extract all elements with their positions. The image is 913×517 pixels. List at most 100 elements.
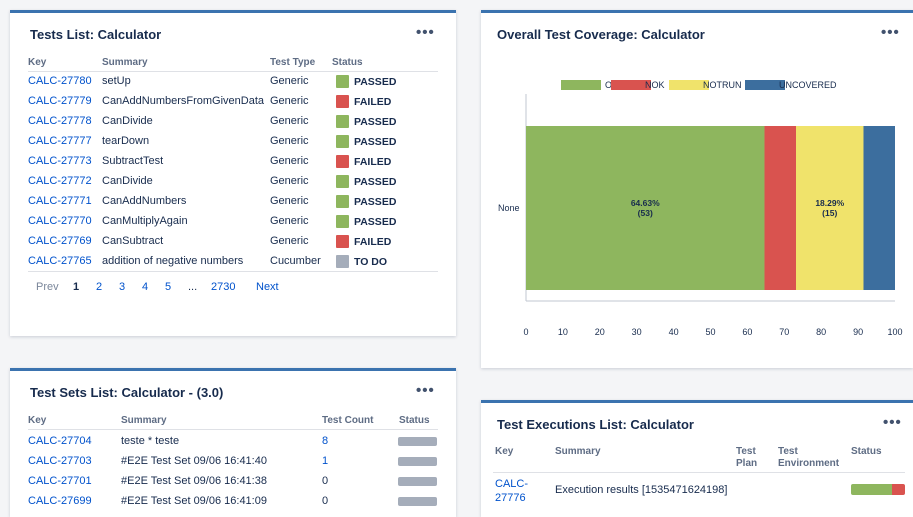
column-header-status[interactable]: Status — [399, 415, 430, 426]
header-divider — [28, 71, 438, 72]
test-summary: CanDivide — [102, 115, 153, 127]
test-summary: CanSubtract — [102, 235, 164, 247]
pagination-ellipsis: ... — [188, 281, 198, 293]
execution-summary: Execution results [1535471624198] — [555, 484, 728, 496]
column-header-test-plan-line1: Test — [736, 446, 756, 457]
column-header-test-type[interactable]: Test Type — [270, 57, 315, 68]
test-set-key-link[interactable]: CALC-27704 — [28, 435, 92, 447]
x-tick-label: 30 — [631, 327, 642, 337]
test-set-summary: #E2E Test Set 09/06 16:41:40 — [121, 455, 267, 467]
more-options-icon[interactable]: ••• — [883, 414, 902, 431]
x-tick-label: 40 — [668, 327, 679, 337]
x-tick-label: 20 — [594, 327, 605, 337]
test-key-link[interactable]: CALC-27780 — [28, 75, 92, 87]
status-label: PASSED — [354, 176, 397, 188]
column-header-summary[interactable]: Summary — [555, 446, 601, 457]
test-key-link[interactable]: CALC-27779 — [28, 95, 92, 107]
test-type: Generic — [270, 135, 309, 147]
test-key-link[interactable]: CALC-27769 — [28, 235, 92, 247]
status-color-icon — [336, 95, 349, 108]
x-tick-label: 0 — [523, 327, 529, 337]
test-sets-gadget: Test Sets List: Calculator - (3.0) ••• K… — [10, 368, 456, 517]
test-type: Generic — [270, 95, 309, 107]
pagination-page-1[interactable]: 1 — [73, 281, 79, 293]
pagination-page-3[interactable]: 3 — [119, 281, 125, 293]
pagination-page-4[interactable]: 4 — [142, 281, 148, 293]
bar-segment-nok — [764, 126, 796, 290]
status-label: PASSED — [354, 196, 397, 208]
column-header-test-plan[interactable]: Test Plan — [736, 446, 757, 470]
column-header-test-count[interactable]: Test Count — [322, 415, 373, 426]
status-progress-bar — [398, 437, 437, 446]
test-key-link[interactable]: CALC-27770 — [28, 215, 92, 227]
execution-key-line2: 27776 — [495, 492, 526, 504]
test-summary: tearDown — [102, 135, 150, 147]
status-color-icon — [336, 115, 349, 128]
test-set-summary: teste * teste — [121, 435, 180, 447]
status-color-icon — [336, 75, 349, 88]
gadget-title: Test Executions List: Calculator — [497, 417, 694, 432]
more-options-icon[interactable]: ••• — [416, 24, 435, 41]
more-options-icon[interactable]: ••• — [416, 382, 435, 399]
column-header-key[interactable]: Key — [28, 57, 46, 68]
test-count: 0 — [322, 475, 329, 487]
execution-status-passed-segment — [851, 484, 892, 495]
test-summary: CanDivide — [102, 175, 153, 187]
x-tick-label: 60 — [742, 327, 753, 337]
status-label: PASSED — [354, 136, 397, 148]
column-header-test-environment[interactable]: Test Environment — [778, 446, 839, 470]
test-type: Generic — [270, 195, 309, 207]
status-progress-bar — [398, 477, 437, 486]
execution-key-link[interactable]: CALC- 27776 — [495, 477, 528, 505]
status-progress-bar — [398, 497, 437, 506]
status-color-icon — [336, 235, 349, 248]
test-set-key-link[interactable]: CALC-27701 — [28, 475, 92, 487]
execution-status-bar — [851, 484, 905, 495]
test-key-link[interactable]: CALC-27771 — [28, 195, 92, 207]
data-label-count: (53) — [638, 208, 653, 218]
x-tick-label: 10 — [557, 327, 568, 337]
execution-status-failed-segment — [891, 484, 905, 495]
test-count: 0 — [322, 495, 329, 507]
test-type: Generic — [270, 235, 309, 247]
column-header-summary[interactable]: Summary — [102, 57, 148, 68]
test-count[interactable]: 1 — [322, 455, 328, 467]
test-count[interactable]: 8 — [322, 435, 328, 447]
test-key-link[interactable]: CALC-27777 — [28, 135, 92, 147]
status-color-icon — [336, 155, 349, 168]
test-summary: setUp — [102, 75, 131, 87]
test-summary: CanAddNumbers — [102, 195, 187, 207]
pagination-last-page[interactable]: 2730 — [211, 281, 235, 293]
column-header-summary[interactable]: Summary — [121, 415, 167, 426]
test-key-link[interactable]: CALC-27773 — [28, 155, 92, 167]
pagination-page-2[interactable]: 2 — [96, 281, 102, 293]
test-key-link[interactable]: CALC-27772 — [28, 175, 92, 187]
status-color-icon — [336, 135, 349, 148]
test-summary: SubtractTest — [102, 155, 164, 167]
column-header-status[interactable]: Status — [332, 57, 363, 68]
test-summary: CanAddNumbersFromGivenData — [102, 95, 265, 107]
status-color-icon — [336, 195, 349, 208]
x-tick-label: 70 — [779, 327, 790, 337]
status-label: TO DO — [354, 256, 388, 268]
column-header-key[interactable]: Key — [495, 446, 513, 457]
test-set-key-link[interactable]: CALC-27699 — [28, 495, 92, 507]
test-type: Generic — [270, 155, 309, 167]
column-header-test-environment-line2: Environment — [778, 458, 840, 469]
pagination-next[interactable]: Next — [256, 281, 279, 293]
test-set-summary: #E2E Test Set 09/06 16:41:09 — [121, 495, 267, 507]
x-tick-label: 80 — [816, 327, 827, 337]
test-set-key-link[interactable]: CALC-27703 — [28, 455, 92, 467]
column-header-test-environment-line1: Test — [778, 446, 798, 457]
test-key-link[interactable]: CALC-27765 — [28, 255, 92, 267]
status-label: PASSED — [354, 76, 397, 88]
test-type: Cucumber — [270, 255, 321, 267]
pagination-page-5[interactable]: 5 — [165, 281, 171, 293]
column-header-key[interactable]: Key — [28, 415, 46, 426]
column-header-status[interactable]: Status — [851, 446, 882, 457]
coverage-chart: 64.63%(53) 18.29%(15) — [525, 94, 895, 302]
test-type: Generic — [270, 175, 309, 187]
test-key-link[interactable]: CALC-27778 — [28, 115, 92, 127]
status-label: FAILED — [354, 156, 392, 168]
x-tick-label: 50 — [705, 327, 716, 337]
